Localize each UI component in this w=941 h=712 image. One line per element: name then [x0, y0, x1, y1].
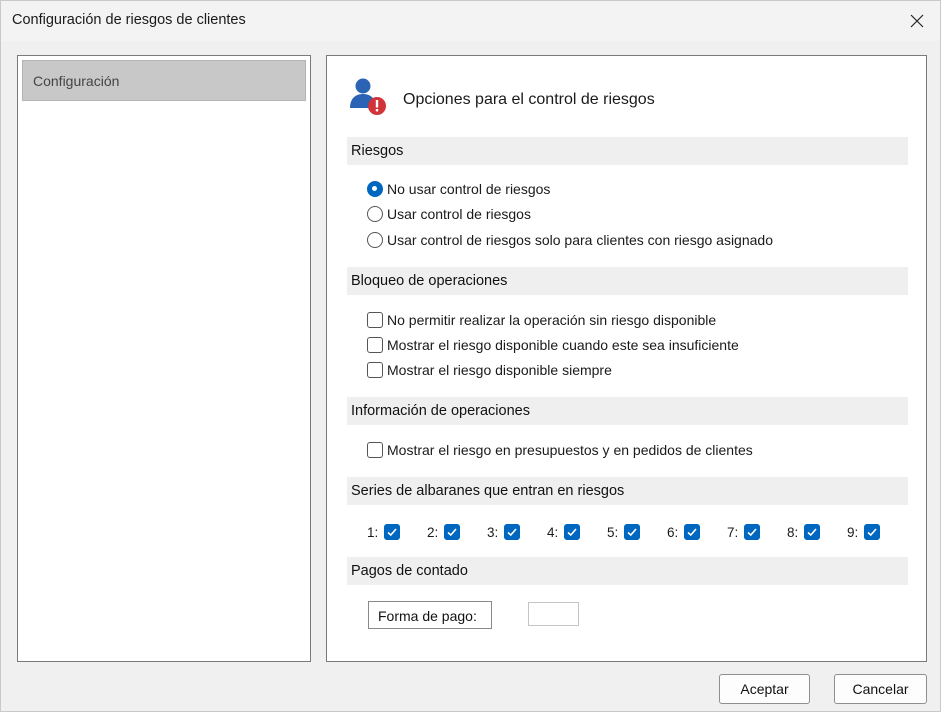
series-label: 3:	[487, 524, 499, 540]
checkbox-mostrar-presupuestos[interactable]: Mostrar el riesgo en presupuestos y en p…	[367, 440, 753, 460]
series-label: 1:	[367, 524, 379, 540]
forma-de-pago-button[interactable]: Forma de pago:	[368, 601, 492, 629]
checkbox-checked[interactable]	[744, 524, 761, 540]
window-title: Configuración de riesgos de clientes	[12, 12, 246, 28]
checkbox-checked[interactable]	[624, 524, 641, 540]
series-label: 2:	[427, 524, 439, 540]
checkbox-checked[interactable]	[444, 524, 461, 540]
checkbox-checked[interactable]	[864, 524, 881, 540]
checkbox-label: Mostrar el riesgo en presupuestos y en p…	[387, 442, 753, 458]
series-item-2[interactable]: 2:	[427, 522, 461, 542]
checkbox-no-permitir-operacion[interactable]: No permitir realizar la operación sin ri…	[367, 310, 716, 330]
series-label: 9:	[847, 524, 859, 540]
checkbox-checked[interactable]	[504, 524, 521, 540]
checkbox-label: Mostrar el riesgo disponible siempre	[387, 362, 612, 378]
radio-button-selected[interactable]	[367, 181, 383, 197]
check-icon	[807, 528, 817, 537]
checkbox-checked[interactable]	[564, 524, 581, 540]
sidebar: Configuración	[17, 55, 311, 662]
radio-button[interactable]	[367, 206, 383, 222]
radio-usar-control[interactable]: Usar control de riesgos	[367, 204, 531, 224]
sidebar-item-label: Configuración	[33, 73, 120, 89]
title-bar: Configuración de riesgos de clientes	[1, 1, 940, 41]
radio-label: Usar control de riesgos	[387, 206, 531, 222]
checkbox-mostrar-insuficiente[interactable]: Mostrar el riesgo disponible cuando este…	[367, 335, 739, 355]
checkbox-checked[interactable]	[384, 524, 401, 540]
check-icon	[627, 528, 637, 537]
radio-button[interactable]	[367, 232, 383, 248]
close-button[interactable]	[894, 1, 940, 41]
section-riesgos-header: Riesgos	[347, 137, 908, 165]
checkbox-checked[interactable]	[804, 524, 821, 540]
close-icon	[910, 14, 924, 28]
check-icon	[447, 528, 457, 537]
options-panel: Opciones para el control de riesgos Ries…	[326, 55, 927, 662]
section-series-header: Series de albaranes que entran en riesgo…	[347, 477, 908, 505]
series-item-5[interactable]: 5:	[607, 522, 641, 542]
page-title: Opciones para el control de riesgos	[403, 91, 655, 108]
series-item-1[interactable]: 1:	[367, 522, 401, 542]
radio-label: No usar control de riesgos	[387, 181, 551, 197]
check-icon	[867, 528, 877, 537]
user-warning-icon	[350, 78, 386, 115]
series-item-6[interactable]: 6:	[667, 522, 701, 542]
checkbox[interactable]	[367, 362, 383, 378]
check-icon	[567, 528, 577, 537]
series-item-3[interactable]: 3:	[487, 522, 521, 542]
section-bloqueo-header: Bloqueo de operaciones	[347, 267, 908, 295]
series-checkboxes: 1: 2: 3: 4: 5: 6: 7: 8: 9:	[367, 522, 907, 542]
series-label: 6:	[667, 524, 679, 540]
checkbox-label: Mostrar el riesgo disponible cuando este…	[387, 337, 739, 353]
accept-button[interactable]: Aceptar	[719, 674, 810, 704]
check-icon	[687, 528, 697, 537]
dialog-window: Configuración de riesgos de clientes Con…	[0, 0, 941, 712]
series-item-8[interactable]: 8:	[787, 522, 821, 542]
checkbox-checked[interactable]	[684, 524, 701, 540]
series-label: 4:	[547, 524, 559, 540]
section-pagos-header: Pagos de contado	[347, 557, 908, 585]
series-label: 5:	[607, 524, 619, 540]
cancel-button[interactable]: Cancelar	[834, 674, 927, 704]
checkbox[interactable]	[367, 312, 383, 328]
radio-usar-control-asignado[interactable]: Usar control de riesgos solo para client…	[367, 230, 773, 250]
checkbox-label: No permitir realizar la operación sin ri…	[387, 312, 717, 328]
check-icon	[387, 528, 397, 537]
checkbox-mostrar-siempre[interactable]: Mostrar el riesgo disponible siempre	[367, 360, 612, 380]
section-informacion-header: Información de operaciones	[347, 397, 908, 425]
series-item-7[interactable]: 7:	[727, 522, 761, 542]
series-item-9[interactable]: 9:	[847, 522, 881, 542]
checkbox[interactable]	[367, 442, 383, 458]
checkbox[interactable]	[367, 337, 383, 353]
radio-label: Usar control de riesgos solo para client…	[387, 232, 773, 248]
radio-no-usar-control[interactable]: No usar control de riesgos	[367, 179, 550, 199]
series-label: 7:	[727, 524, 739, 540]
sidebar-item-configuracion[interactable]: Configuración	[22, 60, 306, 101]
check-icon	[747, 528, 757, 537]
forma-de-pago-input[interactable]	[528, 602, 579, 626]
series-label: 8:	[787, 524, 799, 540]
series-item-4[interactable]: 4:	[547, 522, 581, 542]
check-icon	[507, 528, 517, 537]
